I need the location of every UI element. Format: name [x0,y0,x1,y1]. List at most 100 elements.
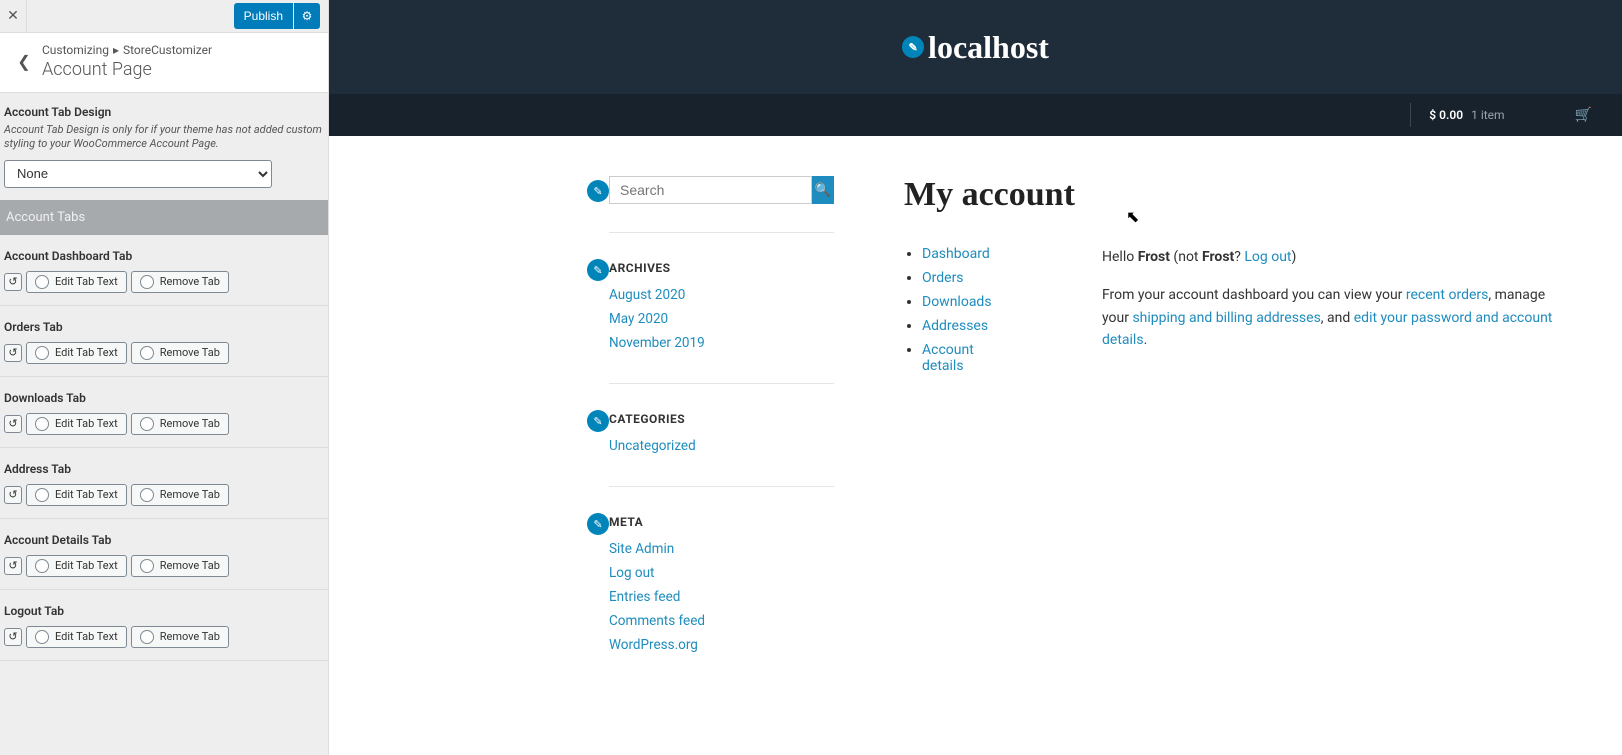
breadcrumb-root: Customizing [42,43,109,57]
account-tab-design-section: Account Tab Design Account Tab Design is… [0,93,328,200]
widget-link[interactable]: August 2020 [609,287,685,303]
meta-widget: ✎ META Site AdminLog outEntries feedComm… [609,515,834,685]
logout-link[interactable]: Log out [1244,249,1291,265]
edit-tab-text-button[interactable]: Edit Tab Text [26,342,127,364]
edit-tab-text-button[interactable]: Edit Tab Text [26,626,127,648]
list-item: WordPress.org [609,637,834,653]
customizer-breadcrumb-bar: ❮ Customizing ▸ StoreCustomizer Account … [0,33,328,93]
widget-link[interactable]: Entries feed [609,589,680,605]
edit-pencil-icon[interactable]: ✎ [587,513,609,535]
archives-widget: ✎ ARCHIVES August 2020May 2020November 2… [609,261,834,384]
back-button[interactable]: ❮ [14,52,34,71]
widget-link[interactable]: Site Admin [609,541,674,557]
site-preview: ✎ localhost $ 0.00 1 item 🛒 ✎ 🔍 [329,0,1622,755]
site-subheader: $ 0.00 1 item 🛒 [329,94,1622,136]
edit-tab-text-button[interactable]: Edit Tab Text [26,271,127,293]
remove-tab-button[interactable]: Remove Tab [131,484,229,506]
tab-group-title: Orders Tab [4,320,324,334]
account-nav-link[interactable]: Downloads [922,294,992,310]
edit-pencil-icon[interactable]: ✎ [587,410,609,432]
account-dashboard-content: Hello Frost (not Frost? Log out) From yo… [1102,246,1562,382]
breadcrumb-section: StoreCustomizer [123,43,212,57]
account-navigation: Dashboard Orders Downloads Addresses Account… [904,246,1002,382]
search-icon: 🔍 [815,182,831,198]
tab-config-group: Account Details Tab ↺Edit Tab TextRemove … [0,519,328,590]
account-tabs-band: Account Tabs [0,200,328,235]
publish-button[interactable]: Publish [234,3,293,29]
tab-group-title: Address Tab [4,462,324,476]
edit-pencil-icon[interactable]: ✎ [587,180,609,202]
widget-title: CATEGORIES [609,412,685,426]
categories-widget: ✎ CATEGORIES Uncategorized [609,412,834,487]
recent-orders-link[interactable]: recent orders [1406,287,1488,303]
account-nav-item: Dashboard [922,246,1002,262]
tab-config-group: Downloads Tab↺Edit Tab TextRemove Tab [0,377,328,448]
tab-group-title: Logout Tab [4,604,324,618]
reset-button[interactable]: ↺ [4,273,22,291]
widget-link[interactable]: WordPress.org [609,637,698,653]
cart-price: $ 0.00 [1429,108,1463,122]
section-title: Account Tab Design [4,105,324,119]
page-heading: My account [904,176,1562,214]
widget-title: ARCHIVES [609,261,671,275]
reset-button[interactable]: ↺ [4,415,22,433]
tab-group-title: Account Details Tab [4,533,324,547]
account-nav-link[interactable]: Orders [922,270,964,286]
site-header: ✎ localhost [329,0,1622,94]
reset-button[interactable]: ↺ [4,344,22,362]
widget-link[interactable]: May 2020 [609,311,668,327]
section-description: Account Tab Design is only for if your t… [4,123,324,152]
edit-tab-text-button[interactable]: Edit Tab Text [26,484,127,506]
search-input[interactable] [609,176,812,204]
list-item: May 2020 [609,311,834,327]
reset-button[interactable]: ↺ [4,486,22,504]
sidebar-widgets: ✎ 🔍 ✎ ARCHIVES August 2020May 2020Novemb… [609,176,834,713]
tab-design-select[interactable]: None [4,160,272,188]
account-nav-link[interactable]: Dashboard [922,246,990,262]
remove-tab-button[interactable]: Remove Tab [131,413,229,435]
tab-config-group: Address Tab ↺Edit Tab TextRemove Tab [0,448,328,519]
edit-pencil-icon[interactable]: ✎ [587,259,609,281]
tab-config-group: Account Dashboard Tab ↺Edit Tab TextRemov… [0,235,328,306]
remove-tab-button[interactable]: Remove Tab [131,342,229,364]
account-nav-link[interactable]: Addresses [922,318,988,334]
search-button[interactable]: 🔍 [812,176,834,204]
main-content: My account Dashboard Orders Downloads Addre… [904,176,1562,713]
breadcrumb-separator: ▸ [113,43,119,57]
list-item: Uncategorized [609,438,834,454]
shipping-addresses-link[interactable]: shipping and billing addresses [1132,310,1320,326]
account-nav-link[interactable]: Account details [922,342,974,374]
customizer-page-title: Account Page [42,59,212,80]
widget-link[interactable]: November 2019 [609,335,705,351]
tab-config-group: Logout Tab ↺Edit Tab TextRemove Tab [0,590,328,661]
site-title: ✎ localhost [902,29,1049,66]
list-item: August 2020 [609,287,834,303]
widget-link[interactable]: Uncategorized [609,438,696,454]
list-item: Comments feed [609,613,834,629]
remove-tab-button[interactable]: Remove Tab [131,626,229,648]
publish-settings-gear-icon[interactable]: ⚙ [294,3,320,29]
widget-link[interactable]: Comments feed [609,613,705,629]
reset-button[interactable]: ↺ [4,628,22,646]
reset-button[interactable]: ↺ [4,557,22,575]
cart-item-count: 1 item [1471,108,1504,122]
widget-link[interactable]: Log out [609,565,654,581]
edit-tab-text-button[interactable]: Edit Tab Text [26,555,127,577]
edit-pencil-icon[interactable]: ✎ [902,36,924,58]
divider [1410,103,1411,127]
list-item: Entries feed [609,589,834,605]
close-customizer-button[interactable]: ✕ [0,0,27,33]
customizer-panel: ✕ Publish ⚙ ❮ Customizing ▸ StoreCustomi… [0,0,329,755]
list-item: Site Admin [609,541,834,557]
remove-tab-button[interactable]: Remove Tab [131,271,229,293]
greeting-text: Hello [1102,249,1138,265]
remove-tab-button[interactable]: Remove Tab [131,555,229,577]
account-nav-item: Account details [922,342,1002,374]
account-nav-item: Downloads [922,294,1002,310]
tab-config-group: Orders Tab ↺Edit Tab TextRemove Tab [0,306,328,377]
customizer-topbar: ✕ Publish ⚙ [0,0,328,33]
cart-icon[interactable]: 🛒 [1575,107,1592,123]
account-nav-item: Addresses [922,318,1002,334]
tab-group-title: Account Dashboard Tab [4,249,324,263]
edit-tab-text-button[interactable]: Edit Tab Text [26,413,127,435]
